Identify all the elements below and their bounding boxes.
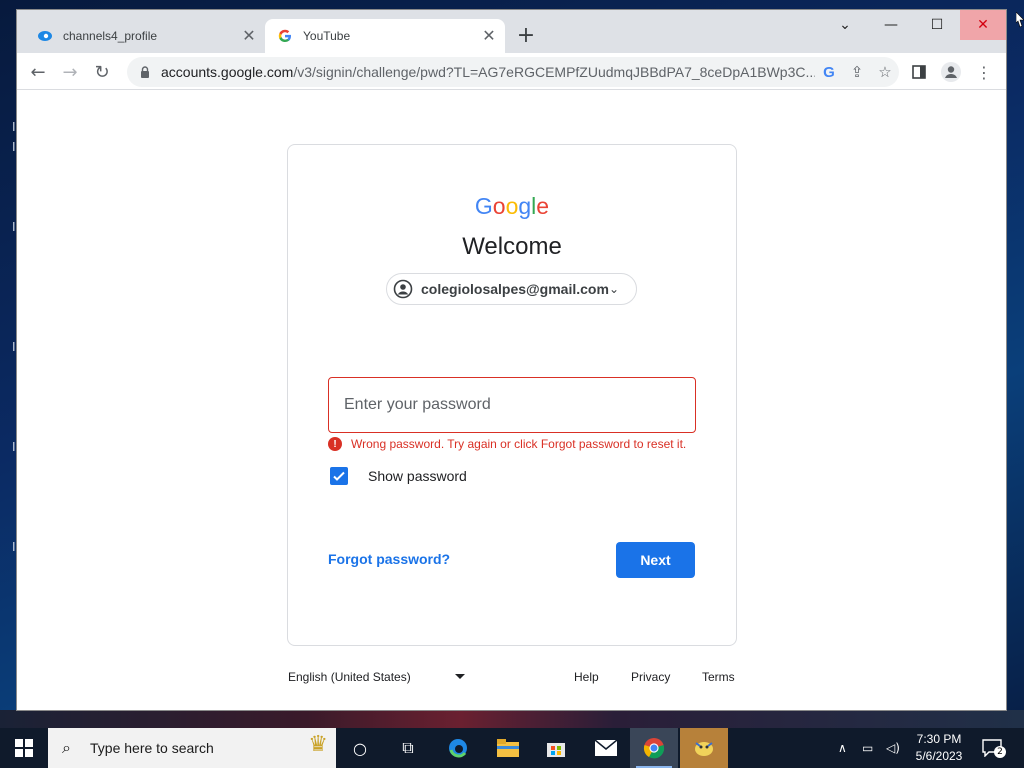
store-icon[interactable] bbox=[532, 728, 580, 768]
search-placeholder: Type here to search bbox=[90, 740, 214, 756]
google-favicon-icon bbox=[277, 28, 293, 44]
password-input[interactable] bbox=[329, 378, 695, 432]
edge-favicon-icon bbox=[37, 28, 53, 44]
volume-icon[interactable]: ◁) bbox=[886, 728, 900, 768]
search-highlight-icon: ♛ bbox=[308, 732, 328, 757]
password-field[interactable] bbox=[328, 377, 696, 433]
account-circle-icon bbox=[393, 279, 413, 299]
tab-label: YouTube bbox=[303, 29, 351, 43]
password-error: ! Wrong password. Try again or click For… bbox=[328, 437, 708, 451]
show-password-checkbox[interactable] bbox=[330, 467, 348, 485]
bookmark-star-icon[interactable]: ☆ bbox=[871, 60, 899, 84]
windows-logo-icon bbox=[15, 739, 33, 757]
forgot-password-link[interactable]: Forgot password? bbox=[328, 551, 450, 567]
profile-avatar-icon[interactable] bbox=[939, 60, 963, 84]
help-link[interactable]: Help bbox=[574, 670, 599, 684]
show-password-toggle[interactable]: Show password bbox=[330, 467, 467, 485]
start-button[interactable] bbox=[0, 728, 48, 768]
edge-icon[interactable] bbox=[434, 728, 482, 768]
tab-youtube[interactable]: YouTube ✕ bbox=[265, 19, 505, 53]
logo-letter: o bbox=[505, 193, 519, 219]
account-email: colegiolosalpes@gmail.com bbox=[421, 281, 609, 297]
back-button[interactable]: ← bbox=[25, 59, 51, 85]
show-hidden-icons[interactable]: ∧ bbox=[838, 728, 847, 768]
tab-strip: channels4_profile ✕ YouTube ✕ + ⌄ — ☐ ✕ bbox=[17, 10, 1006, 53]
desktop-icon-fragment: I bbox=[12, 440, 16, 454]
cortana-icon[interactable]: ○ bbox=[336, 728, 384, 768]
chevron-down-icon: ⌄ bbox=[608, 282, 619, 296]
clock[interactable]: 7:30 PM 5/6/2023 bbox=[908, 731, 970, 765]
minimize-button[interactable]: — bbox=[868, 10, 914, 40]
logo-letter: e bbox=[536, 193, 550, 219]
tab-close-icon[interactable]: ✕ bbox=[239, 26, 259, 46]
taskbar-search[interactable]: ⌕ Type here to search ♛ bbox=[48, 728, 336, 768]
browser-window: channels4_profile ✕ YouTube ✕ + ⌄ — ☐ ✕ … bbox=[17, 10, 1006, 710]
desktop-icon-fragment: I bbox=[12, 340, 16, 354]
language-dropdown-caret-icon[interactable] bbox=[455, 674, 465, 679]
logo-letter: G bbox=[474, 193, 493, 219]
desktop-icon-fragment: I bbox=[12, 540, 16, 554]
clock-time: 7:30 PM bbox=[916, 732, 962, 746]
account-chip[interactable]: colegiolosalpes@gmail.com ⌄ bbox=[386, 273, 637, 305]
address-bar[interactable]: accounts.google.com/v3/signin/challenge/… bbox=[127, 57, 899, 87]
tab-label: channels4_profile bbox=[63, 29, 158, 43]
search-icon: ⌕ bbox=[62, 738, 71, 757]
error-message: Wrong password. Try again or click Forgo… bbox=[351, 437, 687, 451]
desktop-wallpaper-strip bbox=[0, 710, 1024, 728]
desktop-icon-fragment: I bbox=[12, 120, 16, 134]
desktop-icon-fragment: I bbox=[12, 220, 16, 234]
logo-letter: g bbox=[518, 193, 532, 219]
network-icon[interactable]: ▭ bbox=[862, 728, 873, 768]
close-window-button[interactable]: ✕ bbox=[960, 10, 1006, 40]
mail-icon[interactable] bbox=[582, 728, 630, 768]
mouse-cursor-icon bbox=[1015, 11, 1024, 33]
tab-channels4-profile[interactable]: channels4_profile ✕ bbox=[25, 19, 265, 53]
taskbar: ⌕ Type here to search ♛ ○ ⧉ ∧ ▭ ◁) 7:30 … bbox=[0, 728, 1024, 768]
privacy-link[interactable]: Privacy bbox=[631, 670, 670, 684]
terms-link[interactable]: Terms bbox=[702, 670, 735, 684]
chrome-icon[interactable] bbox=[630, 728, 678, 768]
file-explorer-icon[interactable] bbox=[484, 728, 532, 768]
new-tab-button[interactable]: + bbox=[515, 23, 537, 48]
url-path: /v3/signin/challenge/pwd?TL=AG7eRGCEMPfZ… bbox=[293, 64, 815, 80]
notification-count-badge: 2 bbox=[994, 746, 1006, 758]
task-view-icon[interactable]: ⧉ bbox=[384, 728, 432, 768]
url-host: accounts.google.com bbox=[161, 64, 294, 80]
page-title: Welcome bbox=[462, 233, 562, 260]
google-logo: Google bbox=[288, 193, 736, 220]
clock-date: 5/6/2023 bbox=[915, 749, 963, 763]
tab-close-icon[interactable]: ✕ bbox=[479, 26, 499, 46]
language-selector[interactable]: English (United States) bbox=[288, 670, 411, 684]
logo-letter: o bbox=[492, 193, 506, 219]
lock-icon bbox=[135, 66, 155, 78]
error-icon: ! bbox=[328, 437, 342, 451]
side-panel-icon[interactable] bbox=[907, 60, 931, 84]
show-password-label: Show password bbox=[368, 468, 467, 484]
notifications-icon[interactable]: 2 bbox=[982, 728, 1006, 768]
tab-search-icon[interactable]: ⌄ bbox=[822, 10, 868, 40]
menu-kebab-icon[interactable]: ⋮ bbox=[972, 60, 996, 84]
share-icon[interactable]: ⇪ bbox=[843, 60, 871, 84]
browser-toolbar: ← → ↻ accounts.google.com/v3/signin/chal… bbox=[17, 53, 1006, 90]
url-text[interactable]: accounts.google.com/v3/signin/challenge/… bbox=[161, 64, 815, 80]
forward-button[interactable]: → bbox=[57, 59, 83, 85]
reload-button[interactable]: ↻ bbox=[89, 59, 115, 85]
desktop-icon-fragment: I bbox=[12, 140, 16, 154]
app-icon[interactable] bbox=[680, 728, 728, 768]
next-button[interactable]: Next bbox=[616, 542, 695, 578]
maximize-button[interactable]: ☐ bbox=[914, 10, 960, 40]
google-lens-icon[interactable]: G bbox=[815, 60, 843, 84]
signin-card: Google Welcome colegiolosalpes@gmail.com… bbox=[287, 144, 737, 646]
